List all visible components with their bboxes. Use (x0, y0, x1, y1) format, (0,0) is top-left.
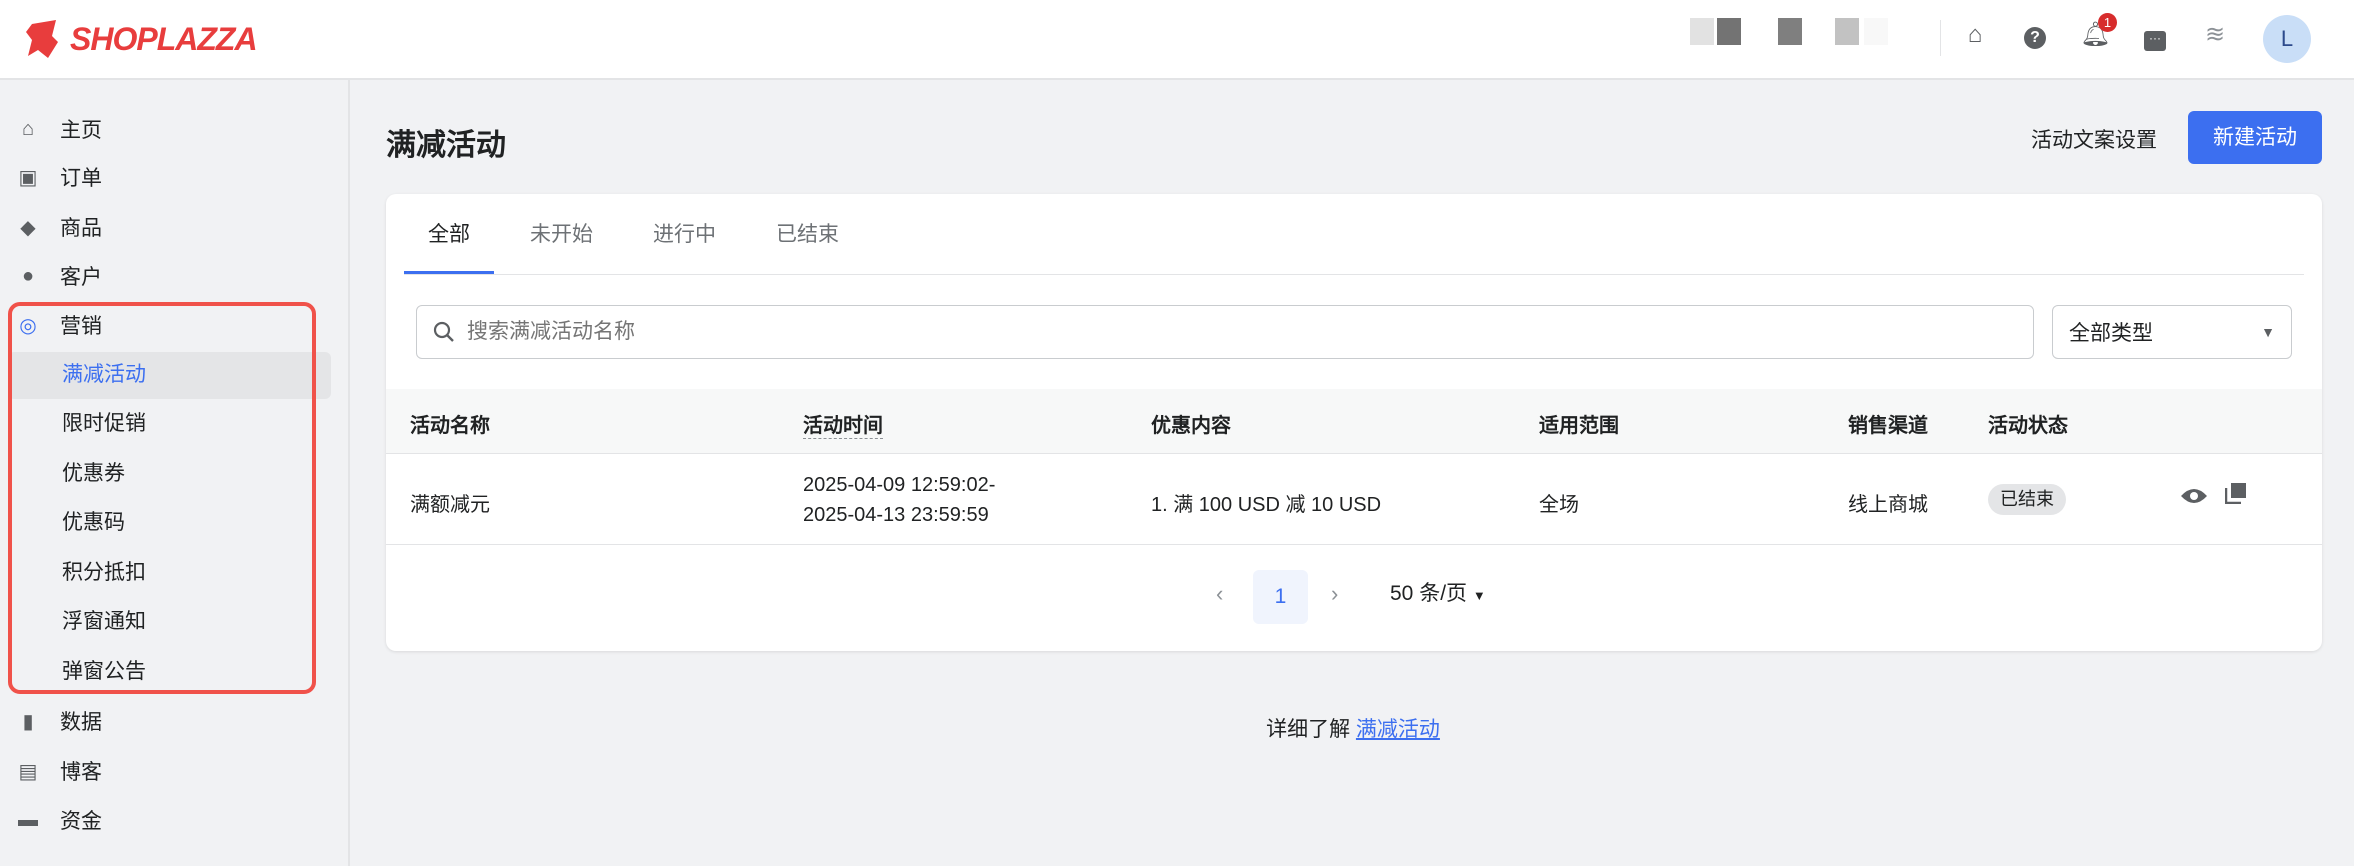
view-icon[interactable] (2180, 486, 2208, 506)
avatar[interactable]: L (2263, 15, 2311, 63)
active-tab-indicator (404, 271, 494, 274)
caret-down-icon: ▼ (1472, 588, 1486, 603)
wifi-icon[interactable]: ≋ (2200, 20, 2230, 50)
sidebar-item-orders[interactable]: ▣ 订单 (16, 157, 102, 197)
tab-ended[interactable]: 已结束 (776, 218, 839, 248)
search-box[interactable] (416, 305, 2034, 359)
page-size-value: 50 条/页 (1390, 582, 1468, 605)
scope: 全场 (1539, 494, 1579, 516)
highlight-box (8, 302, 316, 694)
shoplazza-logo[interactable]: SHOPLAZZA (26, 20, 258, 58)
sidebar-subitem-points[interactable]: 积分抵扣 (62, 553, 146, 593)
brand-name: SHOPLAZZA (70, 20, 258, 57)
sidebar-subitem-popup[interactable]: 弹窗公告 (62, 652, 146, 692)
sidebar-item-marketing[interactable]: ◎ 营销 (16, 305, 102, 345)
sidebar-item-label: 主页 (60, 119, 102, 142)
column-header: 优惠内容 (1151, 415, 1231, 437)
column-header: 销售渠道 (1848, 415, 1928, 437)
marketing-icon: ◎ (19, 314, 37, 337)
sidebar-item-label: 博客 (60, 761, 102, 784)
sidebar-item-products[interactable]: ◆ 商品 (16, 207, 102, 247)
sidebar-subitem-discount-code[interactable]: 优惠码 (62, 503, 125, 543)
sidebar-subitem-flash-sale[interactable]: 限时促销 (62, 404, 146, 444)
sidebar-item-blog[interactable]: ▤ 博客 (16, 751, 102, 791)
blurred-block (1864, 18, 1888, 45)
search-icon (433, 321, 454, 342)
table-row: 满额减元 2025-04-09 12:59:02- 2025-04-13 23:… (386, 454, 2322, 545)
sidebar-item-home[interactable]: ⌂ 主页 (16, 109, 102, 149)
time-end: 2025-04-13 23:59:59 (803, 504, 989, 526)
status-badge: 已结束 (1988, 484, 2066, 515)
learn-more-link[interactable]: 满减活动 (1356, 718, 1440, 741)
activity-name: 满额减元 (410, 494, 490, 516)
sidebar-item-label: 资金 (60, 810, 102, 833)
new-activity-button[interactable]: 新建活动 (2188, 111, 2322, 164)
prev-page-button[interactable]: ‹ (1216, 567, 1223, 621)
top-bar: SHOPLAZZA ⌂ ? 🔔︎ 1 ··· ≋ L (0, 0, 2354, 80)
type-select[interactable]: 全部类型 ▼ (2052, 305, 2292, 359)
activity-card: 全部 未开始 进行中 已结束 全部类型 ▼ 活动名称 活动时间 优惠内容 适用范… (386, 194, 2322, 651)
blurred-block (1717, 18, 1741, 45)
chat-icon[interactable]: ··· (2140, 20, 2170, 51)
table-header: 活动名称 活动时间 优惠内容 适用范围 销售渠道 活动状态 (386, 389, 2322, 454)
logo-icon (26, 20, 58, 58)
sidebar-subitem-coupon[interactable]: 优惠券 (62, 454, 125, 494)
column-header: 活动时间 (803, 409, 883, 439)
page-title: 满减活动 (386, 129, 506, 162)
inbox-icon: ▣ (18, 166, 38, 189)
tab-in-progress[interactable]: 进行中 (653, 218, 716, 248)
activity-time: 2025-04-09 12:59:02- 2025-04-13 23:59:59 (803, 470, 995, 530)
sidebar-item-label: 客户 (60, 266, 102, 289)
sidebar-subitem-float-notice[interactable]: 浮窗通知 (62, 602, 146, 642)
discount-content: 1. 满 100 USD 减 10 USD (1151, 494, 1382, 516)
time-start: 2025-04-09 12:59:02- (803, 474, 996, 496)
blurred-block (1778, 18, 1802, 45)
search-input[interactable] (467, 320, 1967, 344)
tab-not-started[interactable]: 未开始 (530, 218, 593, 248)
type-select-value: 全部类型 (2069, 322, 2153, 345)
copy-icon[interactable] (2225, 482, 2247, 504)
chevron-down-icon: ▼ (2261, 324, 2275, 340)
home-icon: ⌂ (21, 117, 35, 140)
copy-settings-button[interactable]: 活动文案设置 (2031, 124, 2157, 154)
sidebar-item-label: 营销 (60, 315, 102, 338)
tab-all[interactable]: 全部 (428, 218, 470, 248)
sidebar-item-label: 商品 (60, 217, 102, 240)
divider (1940, 20, 1941, 56)
footer-text: 详细了解 (1266, 718, 1351, 741)
sidebar-item-customers[interactable]: ● 客户 (16, 256, 102, 296)
column-header: 活动状态 (1988, 415, 2068, 437)
tab-divider (404, 274, 2304, 275)
column-header: 活动名称 (410, 415, 490, 437)
blurred-block (1835, 18, 1859, 45)
help-icon[interactable]: ? (2020, 20, 2050, 50)
blurred-block (1690, 18, 1714, 45)
page-1-button[interactable]: 1 (1253, 570, 1308, 624)
sidebar-item-finance[interactable]: ▬ 资金 (16, 800, 102, 840)
sidebar-item-label: 订单 (60, 167, 102, 190)
store-icon[interactable]: ⌂ (1960, 20, 1990, 50)
person-icon: ● (21, 264, 35, 287)
footer-help: 详细了解 满减活动 (0, 713, 2354, 743)
wallet-icon: ▬ (18, 808, 38, 831)
next-page-button[interactable]: › (1331, 567, 1338, 621)
page-size-select[interactable]: 50 条/页 ▼ (1390, 567, 1486, 621)
column-header: 适用范围 (1539, 415, 1619, 437)
blog-icon: ▤ (18, 760, 38, 783)
notification-badge: 1 (2098, 13, 2117, 32)
tag-icon: ◆ (20, 216, 36, 239)
sidebar-subitem-full-reduction[interactable]: 满减活动 (62, 355, 146, 395)
sales-channel: 线上商城 (1848, 494, 1928, 516)
